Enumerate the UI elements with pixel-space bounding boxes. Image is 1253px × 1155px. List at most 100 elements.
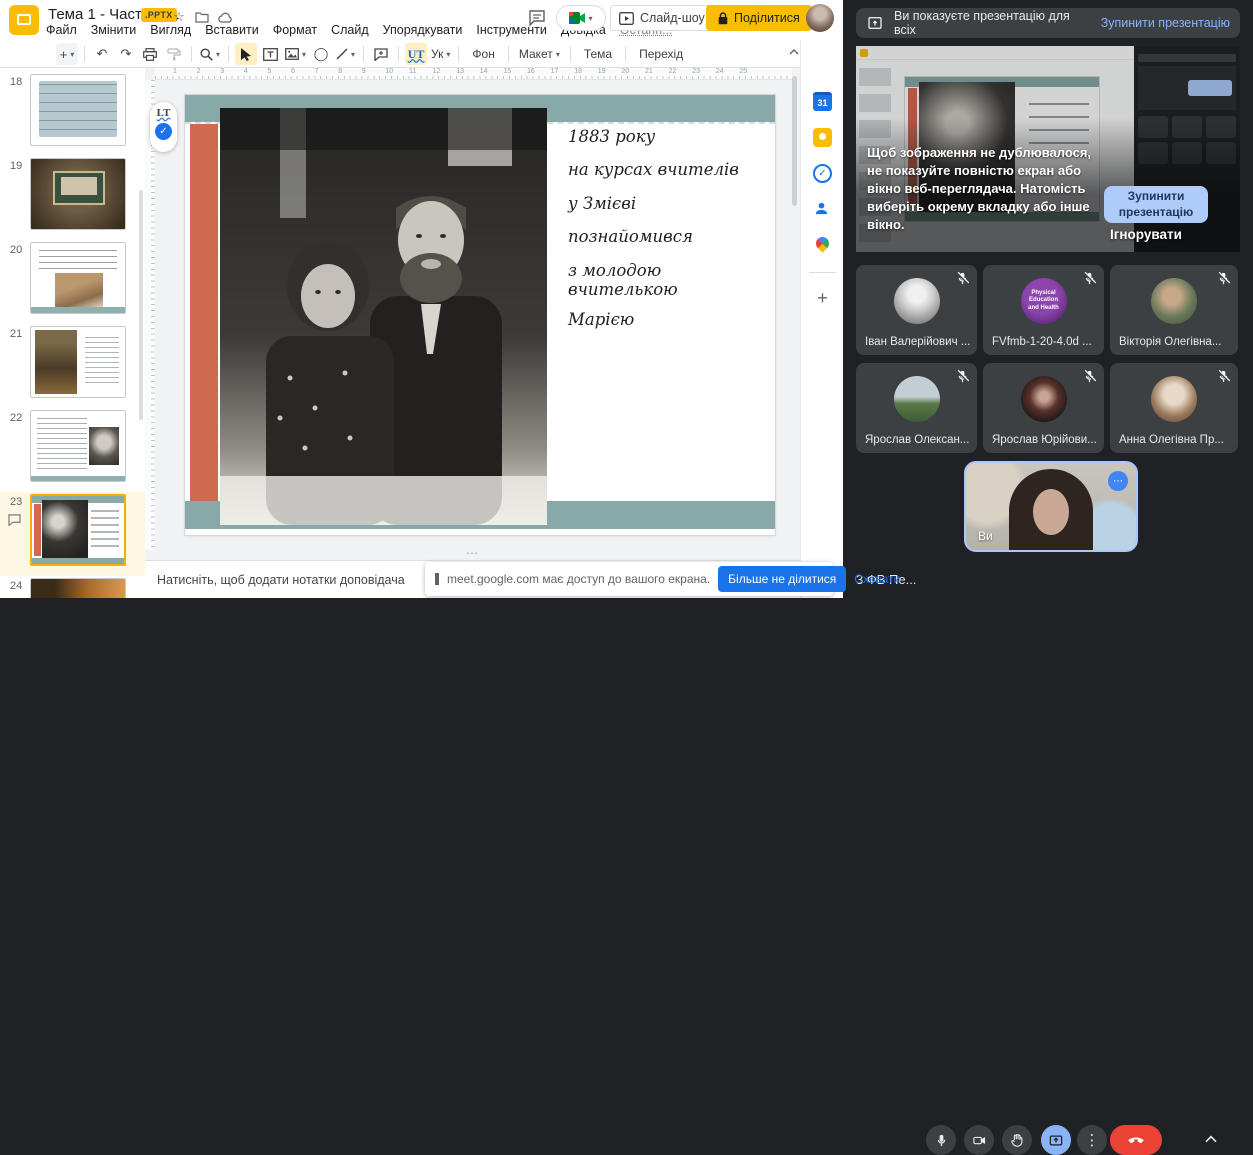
thumbnail-row-18[interactable]: 18 — [0, 72, 145, 156]
menu-insert[interactable]: Вставити — [205, 23, 258, 37]
webcam-person-face — [1033, 489, 1069, 535]
thumbnail-row-19[interactable]: 19 — [0, 156, 145, 240]
menu-format[interactable]: Формат — [273, 23, 317, 37]
slide-thumbnail[interactable] — [30, 158, 126, 230]
select-tool-button[interactable] — [235, 43, 257, 65]
participant-tile[interactable]: Анна Олегівна Пр... — [1110, 363, 1238, 453]
vertical-ruler — [145, 80, 155, 550]
present-button-active[interactable] — [1041, 1125, 1071, 1155]
editor-toolbar: + ↶ ↷ ◯ — [0, 40, 800, 68]
current-slide[interactable]: 1883 року на курсах вчителів у Змієві по… — [185, 95, 775, 535]
present-to-all-icon — [866, 15, 884, 31]
text-box-button[interactable] — [259, 43, 281, 65]
calendar-icon[interactable]: 31 — [813, 92, 832, 111]
slide-number: 23 — [10, 496, 22, 508]
stop-presenting-link[interactable]: Зупинити презентацію — [1101, 16, 1230, 30]
insert-shape-button[interactable]: ◯ — [310, 43, 332, 65]
mic-button[interactable] — [926, 1125, 956, 1155]
slide-text-line: Марією — [568, 310, 764, 329]
participant-name: Вікторія Олегівна... — [1119, 336, 1232, 348]
new-slide-button[interactable]: + — [56, 43, 78, 65]
comment-history-icon[interactable] — [527, 8, 547, 28]
slide-thumbnail[interactable] — [30, 242, 126, 314]
undo-button[interactable]: ↶ — [91, 43, 113, 65]
redo-button[interactable]: ↷ — [115, 43, 137, 65]
participant-tile[interactable]: Ярослав Олексан... — [856, 363, 977, 453]
slide-thumbnail[interactable] — [30, 74, 126, 146]
ignore-warning-button[interactable]: Ігнорувати — [1110, 227, 1182, 242]
comment-indicator-icon[interactable] — [8, 514, 21, 526]
self-view-options-button[interactable]: ⋯ — [1108, 471, 1128, 491]
languagetool-toolbar-button[interactable]: UT — [405, 43, 427, 65]
contacts-icon[interactable] — [813, 200, 832, 219]
google-slides-logo-icon[interactable] — [9, 5, 39, 35]
thumbnail-row-20[interactable]: 20 — [0, 240, 145, 324]
side-panel-divider — [809, 272, 836, 273]
slide-thumbnail[interactable] — [30, 494, 126, 566]
print-button[interactable] — [139, 43, 161, 65]
participant-avatar — [1151, 278, 1197, 324]
end-call-button[interactable] — [1110, 1125, 1162, 1155]
stop-sharing-button[interactable]: Більше не ділитися — [718, 566, 846, 592]
camera-button[interactable] — [964, 1125, 994, 1155]
slide-text-block[interactable]: 1883 року на курсах вчителів у Змієві по… — [568, 127, 764, 343]
zoom-button[interactable] — [198, 43, 222, 65]
background-button[interactable]: Фон — [465, 47, 501, 61]
slide-thumbnail[interactable] — [30, 326, 126, 398]
thumbnail-row-21[interactable]: 21 — [0, 324, 145, 408]
notes-drag-handle[interactable]: ⋯ — [466, 546, 480, 560]
participant-tile[interactable]: Вікторія Олегівна... — [1110, 265, 1238, 355]
raise-hand-button[interactable] — [1002, 1125, 1032, 1155]
menu-slide[interactable]: Слайд — [331, 23, 369, 37]
theme-button[interactable]: Тема — [577, 47, 619, 61]
slide-text-line: 1883 року — [568, 127, 764, 146]
participant-tile[interactable]: Physical Education and Health FVfmb-1-20… — [983, 265, 1104, 355]
language-picker-button[interactable]: Ук — [429, 43, 452, 65]
tasks-icon[interactable]: ✓ — [813, 164, 832, 183]
menu-edit[interactable]: Змінити — [91, 23, 137, 37]
add-addon-button[interactable]: + — [813, 288, 832, 307]
historic-couple-photo[interactable] — [220, 108, 547, 525]
thumbnail-row-24[interactable]: 24 — [0, 576, 145, 598]
controls-expand-chevron[interactable] — [1201, 1130, 1221, 1150]
insert-image-button[interactable] — [283, 43, 308, 65]
language-label: Ук — [431, 47, 443, 61]
chevron-down-icon: ▾ — [588, 14, 592, 23]
slide-thumbnail[interactable] — [30, 410, 126, 482]
slide-thumbnail[interactable] — [30, 578, 126, 598]
insert-comment-button[interactable] — [370, 43, 392, 65]
languagetool-floating-widget[interactable]: LT ✓ — [150, 102, 177, 152]
self-view-tile[interactable]: Ви ⋯ — [964, 461, 1138, 552]
filmstrip-scrollbar[interactable] — [139, 190, 143, 420]
account-avatar[interactable] — [806, 4, 834, 32]
share-button[interactable]: Поділитися — [706, 5, 812, 31]
paint-format-button[interactable] — [163, 43, 185, 65]
maps-icon[interactable] — [813, 236, 832, 255]
participant-tile[interactable]: Іван Валерійович ... — [856, 265, 977, 355]
menu-view[interactable]: Вигляд — [150, 23, 191, 37]
stop-presentation-button[interactable]: Зупинити презентацію — [1104, 186, 1208, 223]
screen-share-notice: meet.google.com має доступ до вашого екр… — [425, 562, 833, 596]
thumbnail-row-23-selected[interactable]: 23 — [0, 492, 145, 576]
insert-line-button[interactable] — [334, 43, 357, 65]
keep-icon[interactable] — [813, 128, 832, 147]
layout-button[interactable]: Макет — [515, 43, 564, 65]
mic-muted-icon — [1082, 271, 1097, 286]
meet-camera-icon — [569, 12, 585, 24]
transition-button[interactable]: Перехід — [632, 47, 690, 61]
mic-muted-icon — [1216, 271, 1231, 286]
slide-text-line: на курсах вчителів — [568, 160, 764, 179]
menu-file[interactable]: Файл — [46, 23, 77, 37]
meet-control-bar: 3 ФВ Пе... ⋮ — [843, 560, 1253, 598]
end-call-icon — [1126, 1130, 1146, 1150]
participant-tile[interactable]: Ярослав Юрійови... — [983, 363, 1104, 453]
canvas-scrollbar[interactable] — [792, 76, 797, 206]
speaker-notes-placeholder[interactable]: Натисніть, щоб додати нотатки доповідача — [157, 573, 405, 587]
more-options-button[interactable]: ⋮ — [1077, 1125, 1107, 1155]
hide-notice-button[interactable]: Сховати — [854, 572, 900, 586]
join-meet-button[interactable]: ▾ — [556, 5, 606, 31]
printer-icon — [143, 48, 157, 61]
menu-arrange[interactable]: Упорядкувати — [383, 23, 463, 37]
horizontal-ruler: 1234567891011121314151617181920212223242… — [155, 68, 792, 80]
thumbnail-row-22[interactable]: 22 — [0, 408, 145, 492]
